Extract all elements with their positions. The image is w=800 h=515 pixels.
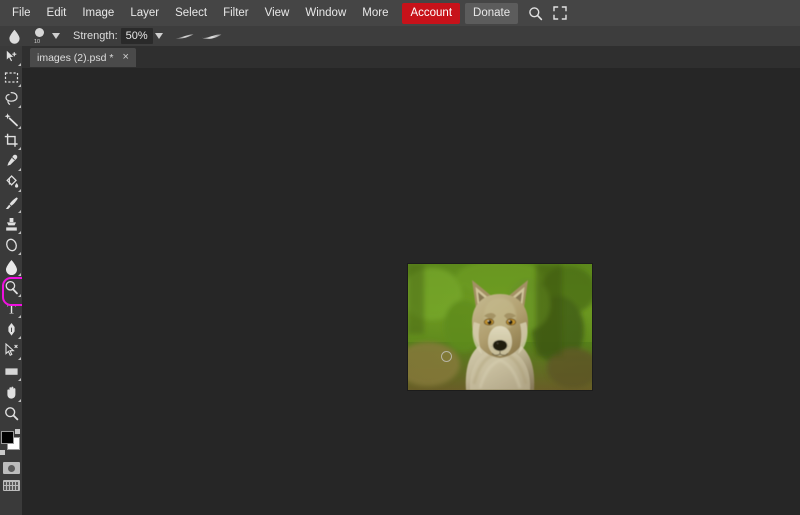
tool-crop[interactable]	[0, 130, 22, 151]
tool-move[interactable]	[0, 46, 22, 67]
strength-input[interactable]: 50%	[120, 28, 153, 44]
tool-more-indicator	[18, 357, 21, 360]
tool-blur-droplet[interactable]	[0, 256, 22, 277]
tool-path-select[interactable]	[0, 340, 22, 361]
screen-mode-cell	[4, 486, 6, 490]
tool-more-indicator	[18, 336, 21, 339]
screen-mode-cell	[7, 481, 9, 485]
tool-more-indicator	[18, 84, 21, 87]
brush-preset-chevron-down-icon[interactable]	[52, 33, 60, 39]
tool-more-indicator	[18, 189, 21, 192]
document-tab-title: images (2).psd *	[37, 51, 114, 64]
tool-more-indicator	[18, 378, 21, 381]
search-icon[interactable]	[527, 5, 543, 21]
tool-more-indicator	[18, 147, 21, 150]
screen-mode-button[interactable]	[2, 480, 20, 491]
tool-eyedropper[interactable]	[0, 151, 22, 172]
color-swatches[interactable]	[0, 429, 22, 455]
tool-more-indicator	[18, 168, 21, 171]
document-tab-bar: images (2).psd * ×	[22, 46, 800, 68]
quick-mask-icon	[7, 464, 15, 472]
menu-window[interactable]: Window	[297, 3, 354, 24]
tool-more-indicator	[18, 126, 21, 129]
quick-mask-button[interactable]	[2, 462, 20, 474]
tool-dodge[interactable]	[0, 277, 22, 298]
tool-clone-stamp[interactable]	[0, 214, 22, 235]
menu-file[interactable]: File	[4, 3, 39, 24]
tool-options-bar: 10 Strength: 50%	[0, 26, 800, 46]
screen-mode-cell	[13, 486, 15, 490]
tool-more-indicator	[18, 399, 21, 402]
canvas-workspace[interactable]	[22, 68, 800, 515]
fullscreen-icon[interactable]	[552, 5, 568, 21]
swap-colors-icon[interactable]	[0, 450, 5, 455]
screen-mode-cell	[16, 486, 18, 490]
tool-lasso[interactable]	[0, 88, 22, 109]
screen-mode-cell	[10, 481, 12, 485]
tool-hand[interactable]	[0, 382, 22, 403]
menu-layer[interactable]: Layer	[122, 3, 167, 24]
tool-shape-rectangle[interactable]	[0, 361, 22, 382]
screen-mode-cell	[16, 481, 18, 485]
brush-size-value: 10	[34, 39, 41, 45]
strength-label: Strength:	[73, 30, 118, 42]
screen-mode-cell	[10, 486, 12, 490]
tool-more-indicator	[18, 105, 21, 108]
tool-more-indicator	[18, 231, 21, 234]
tool-zoom[interactable]	[0, 403, 22, 424]
tools-panel: T	[0, 46, 22, 515]
stroke-preview-soft[interactable]	[201, 32, 222, 41]
tool-more-indicator	[18, 252, 21, 255]
tool-pen[interactable]	[0, 319, 22, 340]
image-document-canvas[interactable]	[408, 264, 592, 390]
foreground-color-swatch[interactable]	[1, 431, 14, 444]
menu-edit[interactable]: Edit	[39, 3, 75, 24]
strength-chevron-down-icon[interactable]	[154, 33, 163, 39]
menu-select[interactable]: Select	[167, 3, 215, 24]
brush-size-picker[interactable]: 10	[30, 27, 50, 45]
brush-size-preview	[35, 28, 44, 37]
menu-more[interactable]: More	[354, 3, 396, 24]
tool-type[interactable]: T	[0, 298, 22, 319]
svg-text:T: T	[7, 303, 16, 316]
tool-magic-wand[interactable]	[0, 109, 22, 130]
document-tab[interactable]: images (2).psd * ×	[30, 48, 136, 67]
tool-more-indicator	[18, 273, 21, 276]
droplet-blur-icon[interactable]	[5, 27, 23, 45]
stroke-preview-group	[175, 32, 222, 41]
tool-more-indicator	[18, 294, 21, 297]
tool-more-indicator	[18, 210, 21, 213]
screen-mode-cell	[7, 486, 9, 490]
menu-view[interactable]: View	[257, 3, 298, 24]
menu-image[interactable]: Image	[74, 3, 122, 24]
screen-mode-cell	[4, 481, 6, 485]
tool-more-indicator	[18, 315, 21, 318]
tool-paint-bucket[interactable]	[0, 172, 22, 193]
tool-eraser[interactable]	[0, 235, 22, 256]
photo-editor-window: File Edit Image Layer Select Filter View…	[0, 0, 800, 515]
screen-mode-cell	[13, 481, 15, 485]
tool-marquee[interactable]	[0, 67, 22, 88]
account-button[interactable]: Account	[402, 2, 461, 24]
menu-filter[interactable]: Filter	[215, 3, 257, 24]
close-icon[interactable]: ×	[122, 52, 128, 63]
donate-button[interactable]: Donate	[465, 2, 519, 24]
wolf-photograph	[408, 264, 592, 390]
tool-paintbrush[interactable]	[0, 193, 22, 214]
default-colors-icon[interactable]	[15, 429, 20, 434]
tool-more-indicator	[18, 63, 21, 66]
stroke-preview-hard[interactable]	[175, 32, 194, 41]
menu-bar: File Edit Image Layer Select Filter View…	[0, 0, 800, 26]
